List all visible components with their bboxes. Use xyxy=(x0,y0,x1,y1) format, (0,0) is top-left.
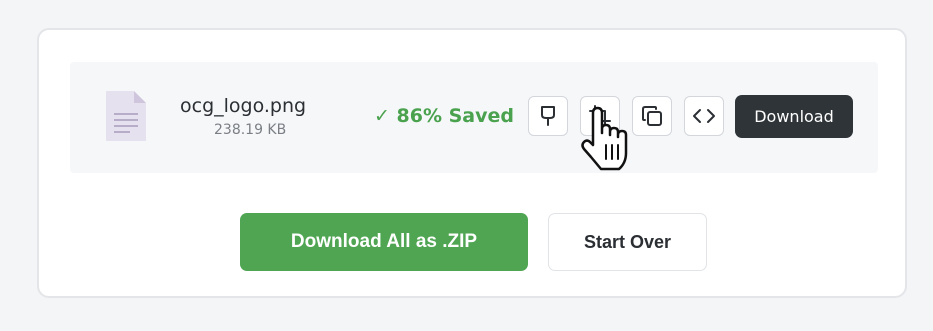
crop-button[interactable] xyxy=(580,96,620,136)
stamp-button[interactable] xyxy=(528,96,568,136)
document-icon xyxy=(106,91,146,141)
code-icon xyxy=(692,107,716,125)
file-row: ocg_logo.png 238.19 KB ✓ 86% Saved Downl… xyxy=(70,62,878,173)
stamp-icon xyxy=(538,105,558,127)
start-over-button[interactable]: Start Over xyxy=(548,213,707,271)
file-name: ocg_logo.png xyxy=(180,95,307,117)
copy-icon xyxy=(641,105,663,127)
download-all-zip-button[interactable]: Download All as .ZIP xyxy=(240,213,528,271)
file-size: 238.19 KB xyxy=(214,122,287,138)
savings-badge: ✓ 86% Saved xyxy=(374,105,515,127)
crop-icon xyxy=(589,105,611,127)
download-button[interactable]: Download xyxy=(735,95,853,138)
copy-button[interactable] xyxy=(632,96,672,136)
embed-code-button[interactable] xyxy=(684,96,724,136)
file-results-card: ocg_logo.png 238.19 KB ✓ 86% Saved Downl… xyxy=(37,28,907,298)
